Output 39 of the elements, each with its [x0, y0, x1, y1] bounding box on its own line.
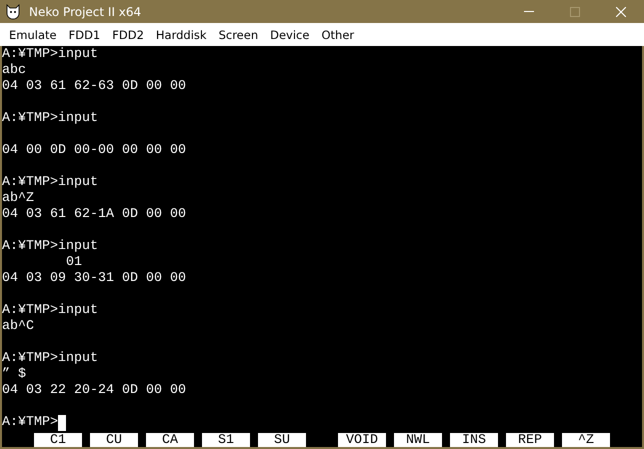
function-key[interactable]: CU: [90, 433, 138, 447]
function-key[interactable]: INS: [450, 433, 498, 447]
terminal-line: 04 03 09 30-31 0D 00 00: [2, 271, 186, 287]
terminal-line: abc: [2, 63, 26, 79]
menu-item[interactable]: Screen: [212, 26, 264, 44]
terminal-line: A:¥TMP>input: [2, 239, 98, 255]
menu-item[interactable]: FDD1: [62, 26, 106, 44]
function-key[interactable]: VOID: [338, 433, 386, 447]
menu-item[interactable]: FDD2: [106, 26, 150, 44]
terminal-line: 04 03 61 62-1A 0D 00 00: [2, 207, 186, 223]
minimize-icon: [524, 11, 534, 12]
window-title: Neko Project II x64: [29, 4, 142, 18]
terminal-line: A:¥TMP>input: [2, 303, 98, 319]
function-key[interactable]: CA: [146, 433, 194, 447]
terminal-line: 04 03 61 62-63 0D 00 00: [2, 79, 186, 95]
terminal-line: 04 03 22 20-24 0D 00 00: [2, 383, 186, 399]
terminal-line: 04 00 0D 00-00 00 00 00: [2, 143, 186, 159]
menu-item[interactable]: Emulate: [3, 26, 63, 44]
function-key[interactable]: SU: [258, 433, 306, 447]
cat-icon: [5, 4, 21, 20]
maximize-icon: [570, 6, 580, 16]
function-key[interactable]: REP: [506, 433, 554, 447]
terminal-line: ” $: [2, 367, 26, 383]
function-key[interactable]: S1: [202, 433, 250, 447]
menu-item[interactable]: Device: [264, 26, 316, 44]
function-key[interactable]: NWL: [394, 433, 442, 447]
terminal-line: 01: [64, 255, 82, 271]
terminal-line: ab^Z: [2, 191, 34, 207]
close-icon: [616, 6, 626, 16]
terminal-line: A:¥TMP>input: [2, 175, 98, 191]
terminal-line: ab^C: [2, 319, 34, 335]
menu-item[interactable]: Harddisk: [150, 26, 213, 44]
menu-item[interactable]: Other: [315, 26, 360, 44]
terminal-prompt: A:¥TMP>: [2, 415, 58, 431]
terminal-line: A:¥TMP>input: [2, 351, 98, 367]
terminal-line: A:¥TMP>input: [2, 47, 98, 63]
terminal-line: A:¥TMP>input: [2, 111, 98, 127]
function-key[interactable]: ^Z: [562, 433, 610, 447]
function-key[interactable]: C1: [34, 433, 82, 447]
